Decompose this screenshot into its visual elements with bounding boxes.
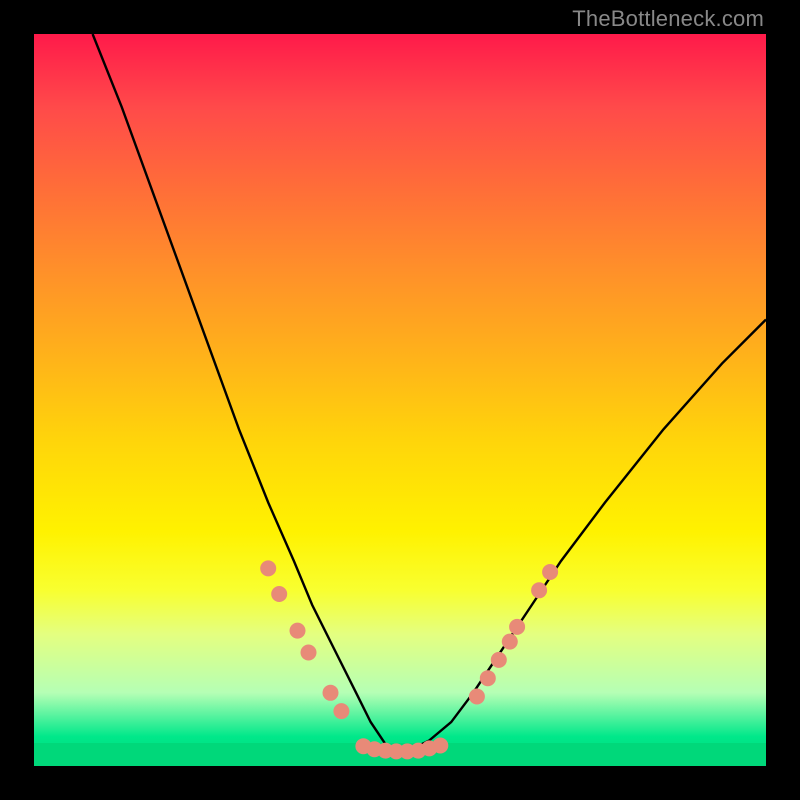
data-marker <box>531 582 547 598</box>
chart-plot-area <box>34 34 766 766</box>
data-marker <box>480 670 496 686</box>
chart-svg <box>34 34 766 766</box>
bottleneck-curve <box>93 34 766 751</box>
data-marker <box>432 738 448 754</box>
data-marker <box>323 685 339 701</box>
data-marker <box>491 652 507 668</box>
data-marker <box>290 623 306 639</box>
data-marker <box>542 564 558 580</box>
data-marker <box>260 560 276 576</box>
data-marker <box>333 703 349 719</box>
data-marker <box>469 689 485 705</box>
watermark-text: TheBottleneck.com <box>572 6 764 32</box>
data-marker <box>509 619 525 635</box>
outer-frame: TheBottleneck.com <box>0 0 800 800</box>
data-marker <box>301 645 317 661</box>
data-marker <box>502 634 518 650</box>
data-marker <box>271 586 287 602</box>
